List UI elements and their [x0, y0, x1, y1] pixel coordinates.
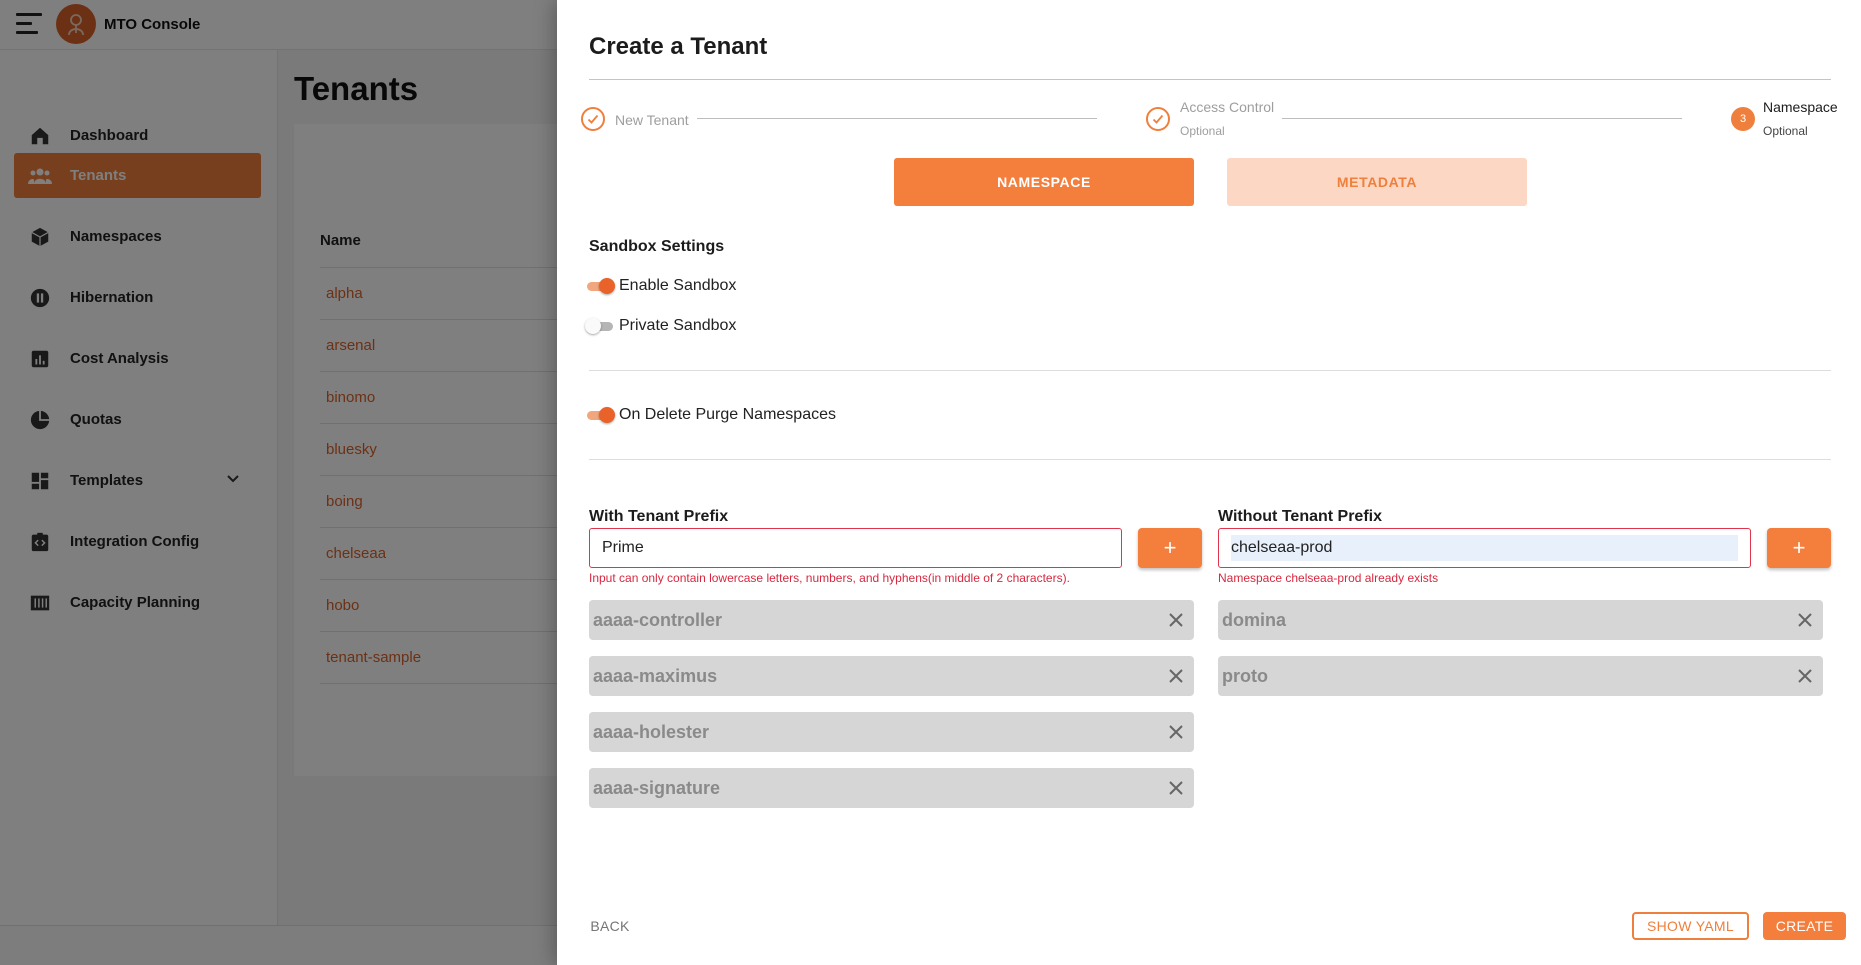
close-icon[interactable] — [1166, 778, 1186, 798]
enable-sandbox-label: Enable Sandbox — [619, 277, 737, 294]
back-button[interactable]: BACK — [585, 914, 635, 938]
step-access-control-sub: Optional — [1180, 124, 1225, 138]
namespace-chip: domina — [1218, 600, 1823, 640]
with-tenant-prefix-error: Input can only contain lowercase letters… — [589, 571, 1070, 585]
without-tenant-prefix-label: Without Tenant Prefix — [1218, 508, 1382, 525]
enable-sandbox-toggle[interactable] — [585, 276, 615, 296]
without-tenant-prefix-error: Namespace chelseaa-prod already exists — [1218, 571, 1439, 585]
chip-label: domina — [1222, 609, 1287, 630]
drawer-title: Create a Tenant — [589, 33, 768, 60]
chip-label: aaaa-maximus — [593, 665, 718, 686]
chip-label: proto — [1222, 665, 1268, 686]
close-icon[interactable] — [1166, 666, 1186, 686]
step-connector — [1282, 118, 1682, 119]
namespace-chip: aaaa-holester — [589, 712, 1194, 752]
with-tenant-prefix-input[interactable]: Prime — [589, 528, 1122, 568]
title-divider — [589, 79, 1831, 80]
namespace-chip: aaaa-controller — [589, 600, 1194, 640]
step-access-control-check-icon — [1146, 107, 1170, 131]
step-new-tenant-label: New Tenant — [615, 112, 689, 128]
step-connector — [697, 118, 1097, 119]
show-yaml-button[interactable]: SHOW YAML — [1632, 912, 1749, 940]
with-tenant-prefix-label: With Tenant Prefix — [589, 508, 729, 525]
close-icon[interactable] — [1166, 722, 1186, 742]
section-divider — [589, 459, 1831, 460]
with-tenant-prefix-value: Prime — [602, 539, 644, 556]
step-new-tenant-check-icon — [581, 107, 605, 131]
private-sandbox-toggle[interactable] — [585, 316, 615, 336]
enable-sandbox-row: Enable Sandbox — [585, 276, 736, 296]
private-sandbox-row: Private Sandbox — [585, 316, 736, 336]
sandbox-settings-title: Sandbox Settings — [589, 238, 725, 255]
step-namespace-number: 3 — [1731, 107, 1755, 131]
create-tenant-drawer: Create a Tenant New Tenant Access Contro… — [557, 0, 1861, 965]
without-tenant-prefix-input[interactable]: chelseaa-prod — [1218, 528, 1751, 568]
namespace-chip: aaaa-signature — [589, 768, 1194, 808]
add-without-prefix-button[interactable]: + — [1767, 528, 1831, 568]
step-namespace-label: Namespace — [1763, 99, 1838, 115]
purge-namespaces-toggle[interactable] — [585, 405, 615, 425]
step-access-control-label: Access Control — [1180, 99, 1275, 115]
close-icon[interactable] — [1795, 610, 1815, 630]
chip-label: aaaa-holester — [593, 721, 710, 742]
create-button[interactable]: CREATE — [1763, 912, 1846, 940]
step-namespace-sub: Optional — [1763, 124, 1808, 138]
purge-namespaces-label: On Delete Purge Namespaces — [619, 406, 836, 423]
chip-label: aaaa-signature — [593, 777, 721, 798]
chip-label: aaaa-controller — [593, 609, 723, 630]
without-tenant-prefix-value: chelseaa-prod — [1231, 535, 1738, 561]
close-icon[interactable] — [1166, 610, 1186, 630]
purge-namespaces-row: On Delete Purge Namespaces — [585, 405, 836, 425]
namespace-chip: aaaa-maximus — [589, 656, 1194, 696]
namespace-chip: proto — [1218, 656, 1823, 696]
private-sandbox-label: Private Sandbox — [619, 317, 737, 334]
close-icon[interactable] — [1795, 666, 1815, 686]
section-divider — [589, 370, 1831, 371]
tab-namespace[interactable]: NAMESPACE — [894, 158, 1194, 206]
add-with-prefix-button[interactable]: + — [1138, 528, 1202, 568]
tab-metadata[interactable]: METADATA — [1227, 158, 1527, 206]
